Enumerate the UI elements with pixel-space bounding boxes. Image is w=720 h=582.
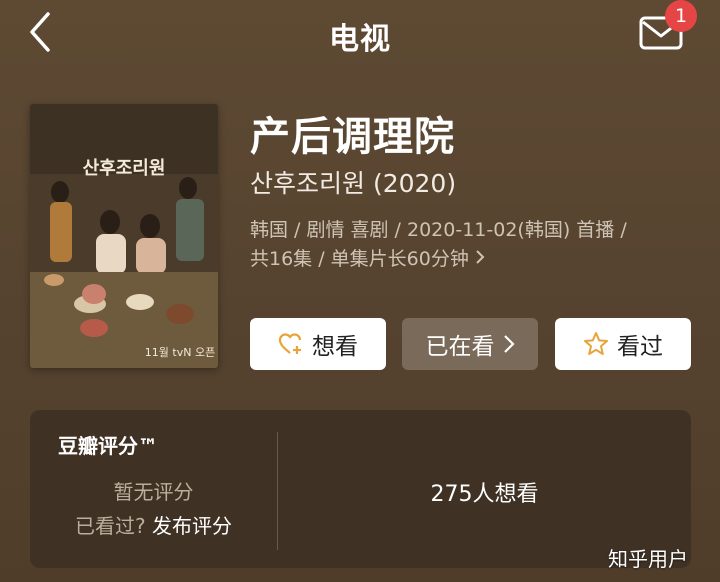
watching-label: 已在看 — [425, 334, 495, 360]
wish-count: 275人想看 — [430, 482, 539, 507]
meta-line-2-row: 共16集 / 单集片长60分钟 — [250, 245, 690, 274]
show-title: 产后调理院 — [250, 114, 455, 160]
show-meta[interactable]: 韩国 / 剧情 喜剧 / 2020-11-02(韩国) 首播 / 共16集 / … — [250, 216, 690, 274]
watching-button[interactable]: 已在看 — [402, 318, 538, 370]
top-bar: 电视 1 — [0, 0, 720, 66]
publish-rating-link[interactable]: 发布评分 — [152, 514, 232, 538]
original-title: 산후조리원 (2020) — [250, 169, 457, 198]
watched-button[interactable]: 看过 — [555, 318, 691, 370]
poster-tagline: 11월 tvN 오픈 — [145, 346, 215, 359]
star-icon — [583, 331, 609, 357]
meta-line-2: 共16集 / 单集片长60分钟 — [250, 248, 469, 270]
page-title: 电视 — [329, 22, 391, 57]
no-rating-text: 暂无评分 — [113, 480, 194, 504]
chevron-right-icon — [475, 248, 485, 270]
poster-artwork: 산후조리원 11월 tvN 오픈 — [30, 104, 218, 368]
watermark: 知乎用户 — [608, 547, 688, 571]
want-label: 想看 — [312, 334, 358, 360]
poster-image[interactable]: 산후조리원 11월 tvN 오픈 — [30, 104, 218, 368]
notification-badge: 1 — [665, 0, 697, 32]
watched-label: 看过 — [617, 334, 663, 360]
poster-title: 산후조리원 — [83, 158, 166, 179]
want-to-watch-button[interactable]: 想看 — [250, 318, 386, 370]
chevron-right-icon — [503, 334, 515, 354]
heart-plus-icon — [278, 332, 304, 356]
meta-line-1: 韩国 / 剧情 喜剧 / 2020-11-02(韩国) 首播 / — [250, 219, 627, 241]
rating-title: 豆瓣评分™ — [58, 434, 158, 458]
seen-row: 已看过? 发布评分 — [30, 510, 277, 539]
rating-card: 豆瓣评分™ 暂无评分 已看过? 发布评分 275人想看 — [30, 410, 691, 568]
seen-prefix: 已看过? — [75, 514, 146, 538]
